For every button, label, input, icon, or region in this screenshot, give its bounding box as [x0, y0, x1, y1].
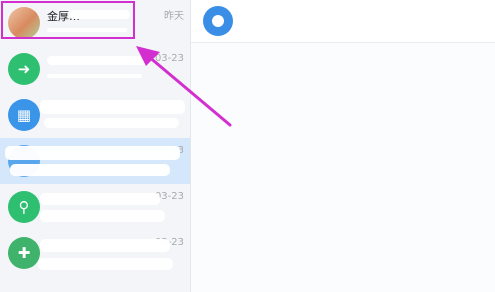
- chat-time-1: 昨天: [164, 11, 184, 22]
- chat-item-3[interactable]: ▦: [0, 92, 190, 138]
- chat-list: 金厚… 昨天 ➜ 03-23 ▦ 03 ⚲ 03-23: [0, 0, 191, 292]
- chat-item-4[interactable]: 03: [0, 138, 190, 184]
- chat-pane: [191, 0, 495, 292]
- chat-item-1[interactable]: 金厚… 昨天: [0, 0, 190, 46]
- chat-item-5[interactable]: ⚲ 03-23: [0, 184, 190, 230]
- chat-time-2: 03-23: [154, 53, 184, 64]
- file-transfer-icon: ➜: [8, 53, 40, 85]
- contact-icon: ⚲: [8, 191, 40, 223]
- chat-header: [191, 0, 495, 43]
- apps-icon: ▦: [8, 99, 40, 131]
- chat-avatar-1: [8, 7, 40, 39]
- cloud-icon: [203, 6, 233, 36]
- shield-icon: ✚: [8, 237, 40, 269]
- chat-item-2[interactable]: ➜ 03-23: [0, 46, 190, 92]
- chat-item-6[interactable]: ✚ 03-23: [0, 230, 190, 276]
